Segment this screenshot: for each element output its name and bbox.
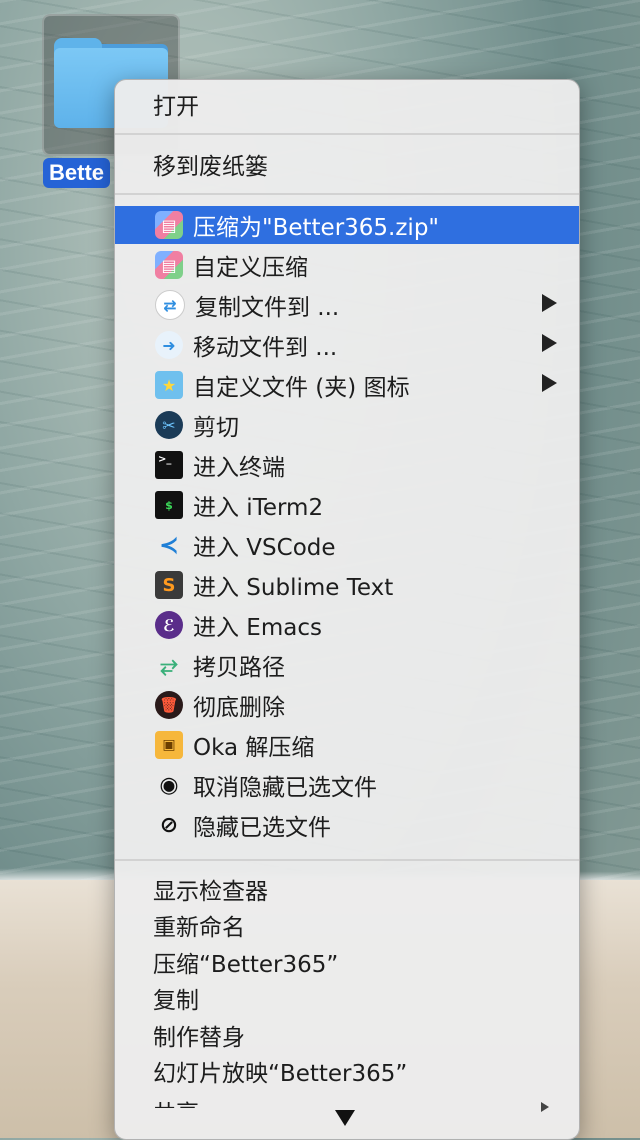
menu-item-terminal[interactable]: >_ 进入终端 — [115, 446, 579, 484]
menu-separator — [115, 859, 579, 861]
submenu-arrow-icon — [542, 334, 557, 352]
submenu-arrow-icon — [542, 294, 557, 312]
menu-item-label: 隐藏已选文件 — [193, 815, 331, 841]
menu-item-iterm2[interactable]: $ 进入 iTerm2 — [115, 486, 579, 524]
eye-slash-icon: ⊘ — [159, 812, 179, 838]
trash-icon: 🗑 — [155, 691, 183, 719]
oka-icon: ▣ — [155, 731, 183, 759]
menu-item-label: 幻灯片放映“Better365” — [153, 1061, 408, 1087]
menu-item-label: 自定义文件 (夹) 图标 — [193, 375, 410, 401]
copy-to-icon: ⇄ — [155, 290, 185, 320]
menu-item-copy-path[interactable]: ⥂ 拷贝路径 — [115, 646, 579, 684]
context-menu: 打开 移到废纸篓 ▤ 压缩为"Better365.zip" ▤ 自定义压缩 ⇄ … — [114, 79, 580, 1140]
menu-item-open[interactable]: 打开 — [115, 86, 579, 122]
folder-star-icon: ★ — [155, 371, 183, 399]
menu-item-label: 取消隐藏已选文件 — [193, 775, 377, 801]
menu-item-label: 进入 VSCode — [193, 535, 336, 561]
vscode-icon: ≺ — [158, 531, 180, 559]
menu-item-label: 重新命名 — [153, 915, 245, 941]
menu-item-label: 进入 iTerm2 — [193, 495, 324, 521]
menu-item-label: 移动文件到 ... — [193, 335, 338, 361]
move-to-icon: ➜ — [155, 331, 183, 359]
path-icon: ⥂ — [160, 652, 178, 678]
menu-item-label: 打开 — [153, 94, 199, 120]
menu-item-show-inspector[interactable]: 显示检查器 — [115, 871, 579, 907]
eye-icon: ◉ — [159, 772, 179, 798]
menu-item-copy-file-to[interactable]: ⇄ 复制文件到 ... — [115, 286, 579, 324]
menu-item-custom-compress[interactable]: ▤ 自定义压缩 — [115, 246, 579, 284]
menu-item-rename[interactable]: 重新命名 — [115, 907, 579, 943]
archive-icon: ▤ — [155, 211, 183, 239]
menu-item-label: 复制文件到 ... — [195, 295, 340, 321]
menu-item-slideshow[interactable]: 幻灯片放映“Better365” — [115, 1053, 579, 1089]
menu-separator — [115, 133, 579, 135]
menu-item-make-alias[interactable]: 制作替身 — [115, 1017, 579, 1053]
menu-separator — [115, 193, 579, 195]
menu-item-label: 复制 — [153, 988, 199, 1014]
menu-item-label: 进入 Emacs — [193, 615, 322, 641]
submenu-arrow-icon — [541, 1102, 549, 1112]
menu-item-custom-folder-icon[interactable]: ★ 自定义文件 (夹) 图标 — [115, 366, 579, 404]
menu-item-unhide-selected[interactable]: ◉ 取消隐藏已选文件 — [115, 766, 579, 804]
sublime-icon: S — [155, 571, 183, 599]
menu-item-compress[interactable]: 压缩“Better365” — [115, 944, 579, 980]
scroll-down-arrow-icon[interactable] — [335, 1110, 355, 1126]
scissors-icon: ✂ — [155, 411, 183, 439]
menu-item-share-partial[interactable]: 共享 — [153, 1094, 199, 1108]
menu-item-label: 制作替身 — [153, 1025, 245, 1051]
menu-item-hide-selected[interactable]: ⊘ 隐藏已选文件 — [115, 806, 579, 844]
menu-item-label: 彻底删除 — [193, 695, 285, 721]
menu-item-cut[interactable]: ✂ 剪切 — [115, 406, 579, 444]
menu-item-label: 进入终端 — [193, 455, 285, 481]
menu-item-sublime[interactable]: S 进入 Sublime Text — [115, 566, 579, 604]
menu-item-oka-unzip[interactable]: ▣ Oka 解压缩 — [115, 726, 579, 764]
menu-item-duplicate[interactable]: 复制 — [115, 980, 579, 1016]
menu-item-label: 压缩“Better365” — [153, 952, 339, 978]
menu-item-label: 移到废纸篓 — [153, 154, 268, 180]
menu-item-move-file-to[interactable]: ➜ 移动文件到 ... — [115, 326, 579, 364]
menu-item-label: 进入 Sublime Text — [193, 575, 394, 601]
menu-item-emacs[interactable]: ℰ 进入 Emacs — [115, 606, 579, 644]
menu-item-label: 剪切 — [193, 415, 239, 441]
terminal-icon: >_ — [155, 451, 183, 479]
menu-item-move-to-trash[interactable]: 移到废纸篓 — [115, 146, 579, 182]
menu-item-compress-zip[interactable]: ▤ 压缩为"Better365.zip" — [115, 206, 579, 244]
menu-item-label: Oka 解压缩 — [193, 735, 315, 761]
iterm-icon: $ — [155, 491, 183, 519]
menu-item-vscode[interactable]: ≺ 进入 VSCode — [115, 526, 579, 564]
desktop-folder-label[interactable]: Bette — [43, 158, 111, 188]
menu-item-label: 自定义压缩 — [193, 255, 308, 281]
menu-item-label: 拷贝路径 — [193, 655, 285, 681]
archive-icon: ▤ — [155, 251, 183, 279]
menu-item-label: 显示检查器 — [153, 879, 268, 905]
submenu-arrow-icon — [542, 374, 557, 392]
menu-item-delete-permanently[interactable]: 🗑 彻底删除 — [115, 686, 579, 724]
menu-item-label: 压缩为"Better365.zip" — [193, 215, 440, 241]
emacs-icon: ℰ — [155, 611, 183, 639]
